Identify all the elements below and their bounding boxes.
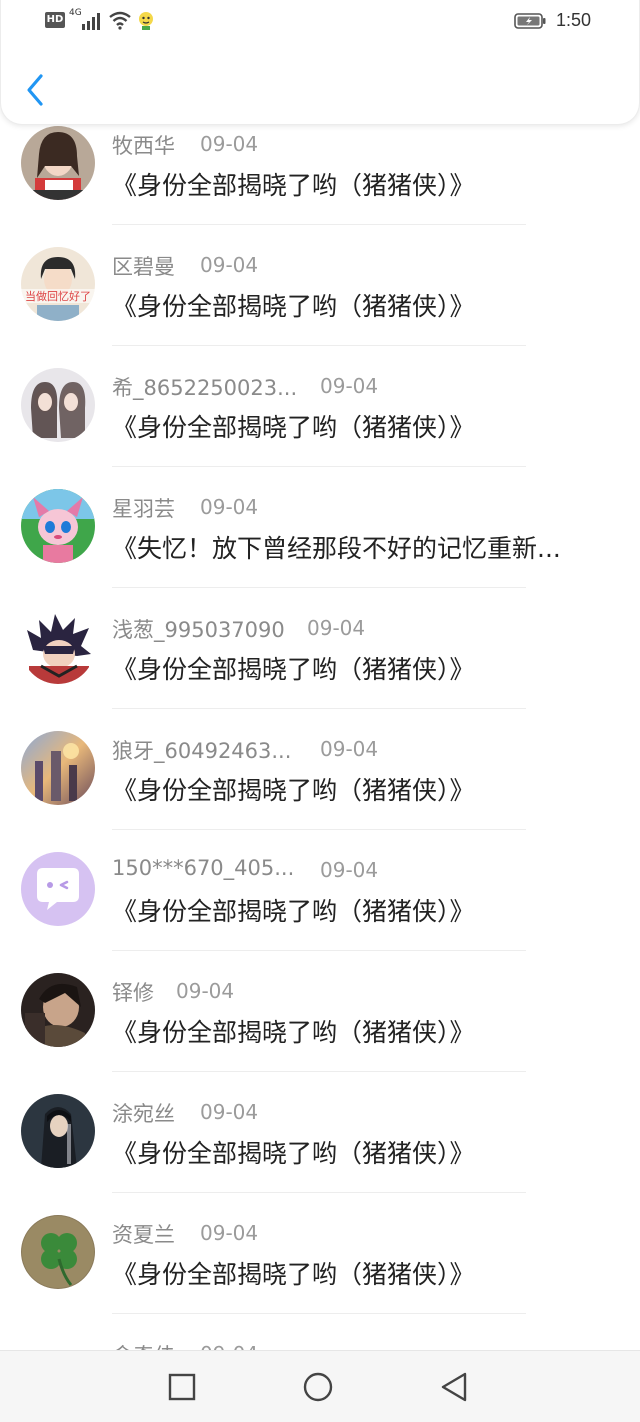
list-item[interactable]: 资夏兰 09-04 《身份全部揭晓了哟（猪猪侠）》 <box>0 1193 640 1314</box>
avatar[interactable] <box>21 1094 95 1168</box>
avatar[interactable] <box>21 852 95 926</box>
avatar[interactable] <box>21 126 95 200</box>
user-name[interactable]: 浅葱_995037090 <box>112 614 285 644</box>
list-item[interactable]: 涂宛丝 09-04 《身份全部揭晓了哟（猪猪侠）》 <box>0 1072 640 1193</box>
battery-icon <box>514 13 546 29</box>
circle-icon[interactable] <box>302 1371 334 1403</box>
user-name[interactable]: 涂宛丝 <box>112 1098 175 1128</box>
comment-title[interactable]: 《身份全部揭晓了哟（猪猪侠）》 <box>112 1255 475 1291</box>
system-nav-bar <box>0 1350 640 1422</box>
comment-title[interactable]: 《身份全部揭晓了哟（猪猪侠）》 <box>112 771 475 807</box>
comment-date: 09-04 <box>200 253 259 277</box>
user-name[interactable]: 铎修 <box>112 977 154 1007</box>
avatar[interactable] <box>21 368 95 442</box>
page: 牧西华 09-04 《身份全部揭晓了哟（猪猪侠）》 当做回忆好了 区碧曼 09-… <box>0 0 640 1422</box>
avatar[interactable]: 当做回忆好了 <box>21 247 95 321</box>
user-name[interactable]: 150***670_405... <box>112 856 294 880</box>
clock: 1:50 <box>556 10 592 30</box>
avatar[interactable] <box>21 973 95 1047</box>
list-item[interactable]: 星羽芸 09-04 《失忆！放下曾经那段不好的记忆重新... <box>0 467 640 588</box>
user-name[interactable]: 资夏兰 <box>112 1219 175 1249</box>
comment-title[interactable]: 《身份全部揭晓了哟（猪猪侠）》 <box>112 1134 475 1170</box>
comment-date: 09-04 <box>320 858 379 882</box>
comment-date: 09-04 <box>200 132 259 156</box>
list-item[interactable]: 当做回忆好了 区碧曼 09-04 《身份全部揭晓了哟（猪猪侠）》 <box>0 225 640 346</box>
user-name[interactable]: 牧西华 <box>112 130 175 160</box>
hd-badge: HD <box>45 12 65 28</box>
comment-list: 牧西华 09-04 《身份全部揭晓了哟（猪猪侠）》 当做回忆好了 区碧曼 09-… <box>0 104 640 1422</box>
list-item[interactable]: 铎修 09-04 《身份全部揭晓了哟（猪猪侠）》 <box>0 951 640 1072</box>
avatar[interactable] <box>21 731 95 805</box>
comment-title[interactable]: 《身份全部揭晓了哟（猪猪侠）》 <box>112 650 475 686</box>
avatar[interactable] <box>21 489 95 563</box>
comment-title[interactable]: 《失忆！放下曾经那段不好的记忆重新... <box>112 529 561 565</box>
user-name[interactable]: 狼牙_60492463... <box>112 735 291 765</box>
list-item[interactable]: 希_8652250023... 09-04 《身份全部揭晓了哟（猪猪侠）》 <box>0 346 640 467</box>
list-item[interactable]: 150***670_405... 09-04 《身份全部揭晓了哟（猪猪侠）》 <box>0 830 640 951</box>
user-name[interactable]: 希_8652250023... <box>112 372 297 402</box>
wifi-icon <box>109 11 131 30</box>
user-name[interactable]: 区碧曼 <box>112 251 175 281</box>
status-bar: HD 4G 1:50 <box>1 0 640 44</box>
comment-title[interactable]: 《身份全部揭晓了哟（猪猪侠）》 <box>112 1013 475 1049</box>
list-item[interactable]: 浅葱_995037090 09-04 《身份全部揭晓了哟（猪猪侠）》 <box>0 588 640 709</box>
avatar[interactable] <box>21 1215 95 1289</box>
comment-title[interactable]: 《身份全部揭晓了哟（猪猪侠）》 <box>112 287 475 323</box>
app-notification-icon <box>139 12 153 30</box>
square-icon[interactable] <box>166 1371 198 1403</box>
comment-date: 09-04 <box>200 1221 259 1245</box>
comment-date: 09-04 <box>176 979 235 1003</box>
comment-title[interactable]: 《身份全部揭晓了哟（猪猪侠）》 <box>112 166 475 202</box>
top-bar: HD 4G 1:50 <box>0 0 640 125</box>
list-item[interactable]: 狼牙_60492463... 09-04 《身份全部揭晓了哟（猪猪侠）》 <box>0 709 640 830</box>
comment-date: 09-04 <box>200 1100 259 1124</box>
svg-text:当做回忆好了: 当做回忆好了 <box>25 289 91 303</box>
comment-date: 09-04 <box>200 495 259 519</box>
signal-icon <box>82 13 100 30</box>
comment-date: 09-04 <box>320 737 379 761</box>
comment-date: 09-04 <box>320 374 379 398</box>
network-type: 4G <box>69 8 82 18</box>
user-name[interactable]: 星羽芸 <box>112 493 175 523</box>
comment-title[interactable]: 《身份全部揭晓了哟（猪猪侠）》 <box>112 408 475 444</box>
back-button[interactable] <box>19 70 53 110</box>
avatar[interactable] <box>21 610 95 684</box>
comment-title[interactable]: 《身份全部揭晓了哟（猪猪侠）》 <box>112 892 475 928</box>
comment-date: 09-04 <box>307 616 366 640</box>
triangle-back-icon[interactable] <box>438 1371 470 1403</box>
